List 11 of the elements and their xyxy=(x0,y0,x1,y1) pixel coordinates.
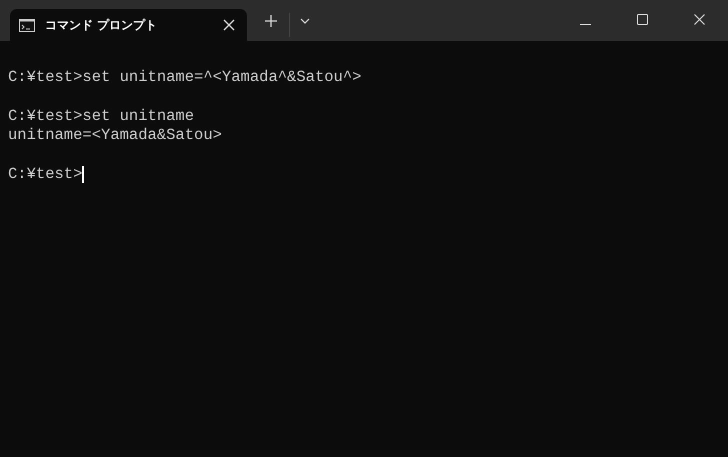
terminal-tab[interactable]: コマンド プロンプト xyxy=(10,9,247,41)
dropdown-icon[interactable] xyxy=(300,18,310,24)
close-icon[interactable] xyxy=(694,14,705,25)
close-icon[interactable] xyxy=(223,19,235,31)
terminal-icon xyxy=(19,18,35,32)
console-line: C:¥test> xyxy=(8,164,82,184)
new-tab-icon[interactable] xyxy=(265,15,277,27)
maximize-icon[interactable] xyxy=(637,14,648,25)
console-line: unitname=<Yamada&Satou> xyxy=(8,126,222,146)
console-line: C:¥test>set unitname=^<Yamada^&Satou^> xyxy=(8,68,362,88)
console-line: C:¥test>set unitname xyxy=(8,106,194,126)
